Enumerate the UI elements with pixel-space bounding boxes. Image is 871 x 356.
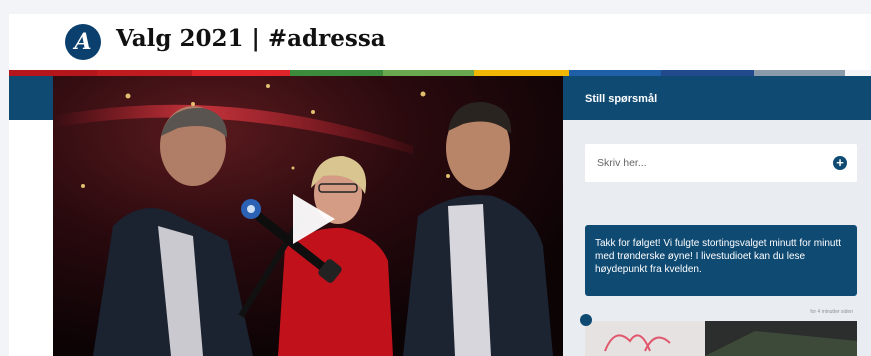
entry-thumbnail [585, 321, 857, 356]
adressa-logo[interactable]: A [65, 24, 101, 60]
entry-image[interactable] [585, 321, 857, 356]
question-input[interactable] [585, 144, 829, 182]
entry-avatar [580, 314, 592, 326]
top-strip [0, 0, 871, 14]
live-message: Takk for følget! Vi fulgte stortingsvalg… [585, 225, 857, 296]
site-header: A Valg 2021 | #adressa [9, 14, 871, 70]
logo-letter: A [74, 29, 92, 55]
left-panel [9, 120, 53, 356]
live-sidebar: Still spørsmål + Takk for følget! Vi ful… [563, 76, 871, 356]
video-frame [53, 76, 563, 356]
question-box: + [585, 144, 857, 182]
page-title: Valg 2021 | #adressa [116, 25, 386, 52]
plus-circle-icon[interactable]: + [833, 156, 847, 170]
video-player[interactable] [53, 76, 563, 356]
sidebar-header: Still spørsmål [563, 76, 871, 120]
sidebar-heading: Still spørsmål [585, 93, 658, 105]
entry-timestamp: for 4 minutter siden [810, 309, 853, 315]
